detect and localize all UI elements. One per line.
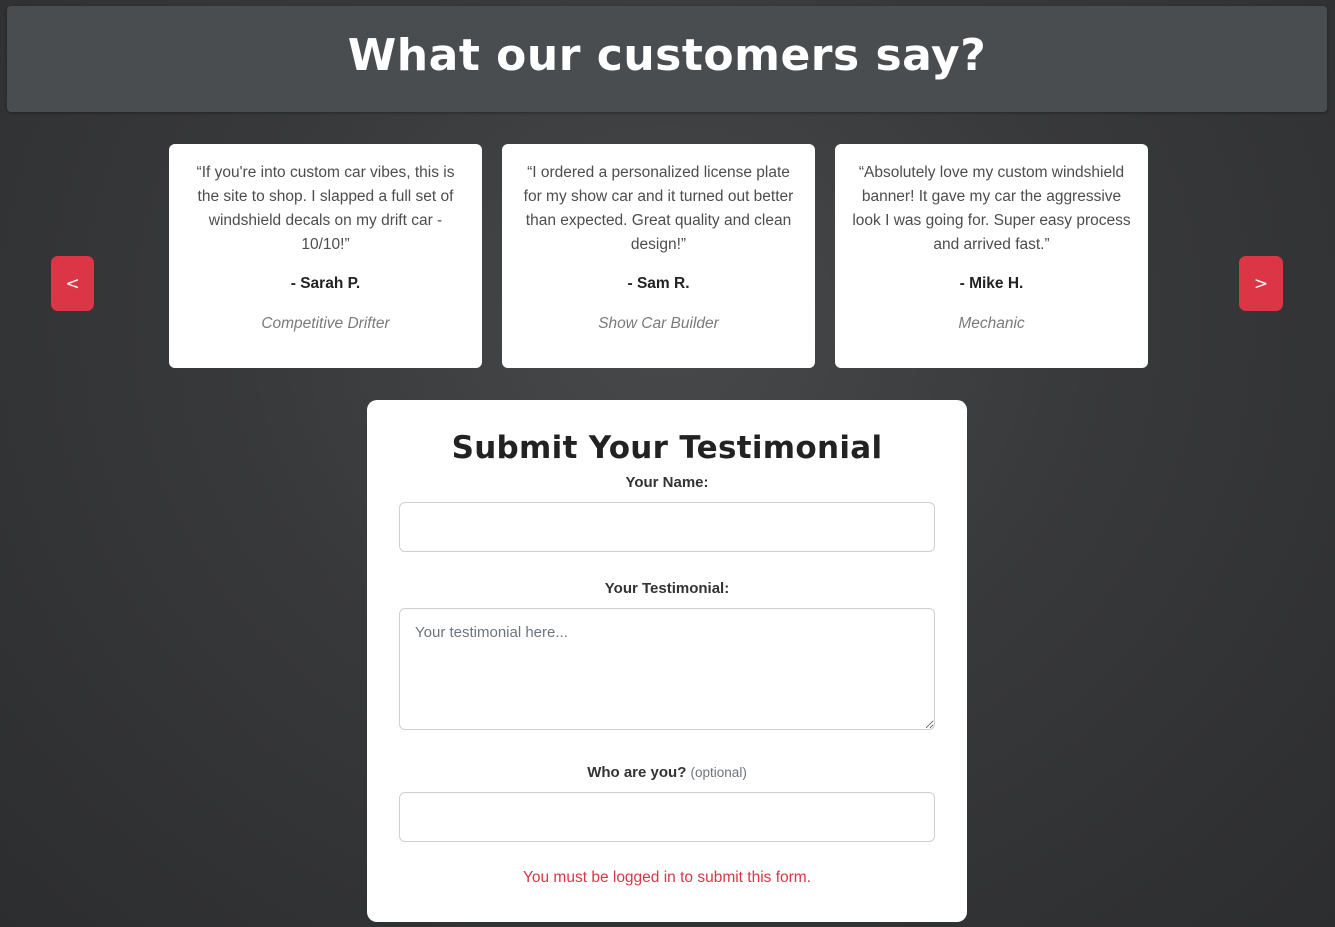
- testimonial-form: Submit Your Testimonial Your Name: Your …: [367, 400, 967, 922]
- name-label: Your Name:: [625, 474, 709, 491]
- testimonial-card: “If you're into custom car vibes, this i…: [169, 144, 482, 368]
- testimonial-card: “I ordered a personalized license plate …: [502, 144, 815, 368]
- testimonial-quote: “Absolutely love my custom windshield ba…: [852, 164, 1131, 253]
- testimonial-card: “Absolutely love my custom windshield ba…: [835, 144, 1148, 368]
- testimonial-author: - Sam R.: [627, 275, 690, 292]
- testimonial-quote: “I ordered a personalized license plate …: [523, 164, 794, 253]
- testimonial-textarea[interactable]: [399, 608, 935, 730]
- testimonial-role: Mechanic: [958, 315, 1025, 332]
- carousel-prev-button[interactable]: <: [51, 256, 94, 311]
- testimonial-author: - Mike H.: [959, 275, 1024, 292]
- who-field[interactable]: [399, 792, 935, 842]
- carousel-next-button[interactable]: >: [1239, 256, 1283, 311]
- page-title: What our customers say?: [347, 29, 987, 81]
- optional-hint: (optional): [690, 765, 747, 780]
- testimonial-role: Show Car Builder: [598, 315, 719, 332]
- testimonial-role: Competitive Drifter: [261, 315, 390, 332]
- testimonial-author: - Sarah P.: [290, 275, 361, 292]
- chevron-left-icon: <: [65, 273, 80, 294]
- chevron-right-icon: >: [1253, 273, 1269, 294]
- who-label: Who are you? (optional): [367, 764, 967, 781]
- login-required-message: You must be logged in to submit this for…: [522, 869, 812, 886]
- form-title: Submit Your Testimonial: [451, 430, 883, 466]
- page-header: What our customers say?: [7, 6, 1327, 112]
- testimonial-quote: “If you're into custom car vibes, this i…: [196, 164, 455, 253]
- who-label-text: Who are you?: [587, 764, 687, 781]
- name-field[interactable]: [399, 502, 935, 552]
- testimonial-label: Your Testimonial:: [604, 580, 730, 597]
